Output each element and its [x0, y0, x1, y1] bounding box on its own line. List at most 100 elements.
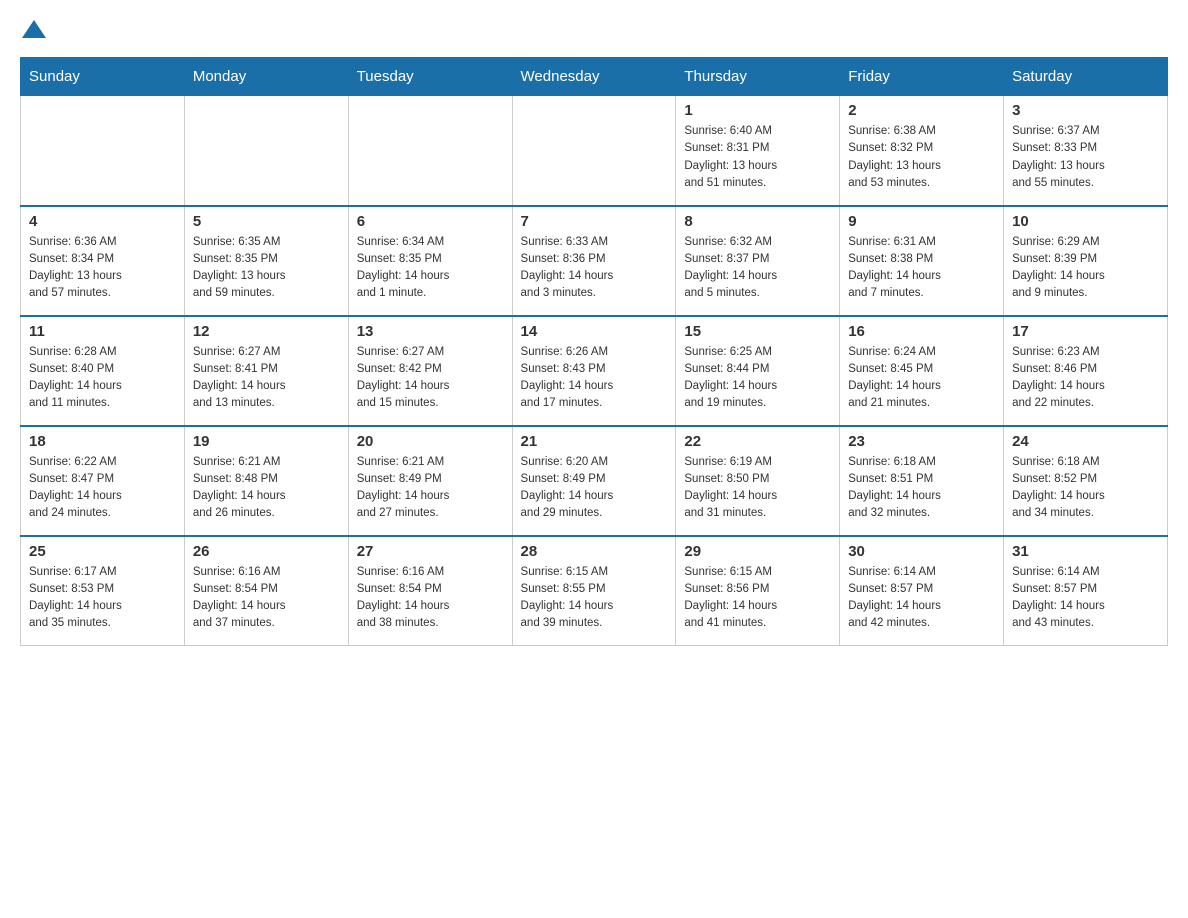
- day-number: 18: [29, 433, 176, 450]
- day-number: 15: [684, 323, 831, 340]
- calendar-cell: 30 Sunrise: 6:14 AM Sunset: 8:57 PM Dayli…: [840, 536, 1004, 646]
- day-number: 31: [1012, 543, 1159, 560]
- calendar-cell: 11 Sunrise: 6:28 AM Sunset: 8:40 PM Dayli…: [21, 316, 185, 426]
- calendar-cell: 20 Sunrise: 6:21 AM Sunset: 8:49 PM Dayli…: [348, 426, 512, 536]
- day-number: 17: [1012, 323, 1159, 340]
- day-number: 13: [357, 323, 504, 340]
- day-number: 16: [848, 323, 995, 340]
- calendar-cell: 4 Sunrise: 6:36 AM Sunset: 8:34 PM Daylig…: [21, 206, 185, 316]
- calendar-cell: 23 Sunrise: 6:18 AM Sunset: 8:51 PM Dayli…: [840, 426, 1004, 536]
- day-number: 3: [1012, 102, 1159, 119]
- day-info: Sunrise: 6:36 AM Sunset: 8:34 PM Dayligh…: [29, 234, 176, 303]
- day-info: Sunrise: 6:26 AM Sunset: 8:43 PM Dayligh…: [521, 344, 668, 413]
- day-number: 26: [193, 543, 340, 560]
- calendar-cell: 13 Sunrise: 6:27 AM Sunset: 8:42 PM Dayli…: [348, 316, 512, 426]
- calendar-cell: 1Sunrise: 6:40 AM Sunset: 8:31 PM Daylig…: [676, 96, 840, 206]
- calendar-cell: 25 Sunrise: 6:17 AM Sunset: 8:53 PM Dayli…: [21, 536, 185, 646]
- day-number: 5: [193, 213, 340, 230]
- calendar-cell: 2 Sunrise: 6:38 AM Sunset: 8:32 PM Daylig…: [840, 96, 1004, 206]
- calendar-cell: 12 Sunrise: 6:27 AM Sunset: 8:41 PM Dayli…: [184, 316, 348, 426]
- week-row-4: 18 Sunrise: 6:22 AM Sunset: 8:47 PM Dayli…: [21, 426, 1168, 536]
- day-number: 7: [521, 213, 668, 230]
- weekday-header-row: SundayMondayTuesdayWednesdayThursdayFrid…: [21, 58, 1168, 96]
- day-info: Sunrise: 6:21 AM Sunset: 8:49 PM Dayligh…: [357, 454, 504, 523]
- calendar-cell: 19 Sunrise: 6:21 AM Sunset: 8:48 PM Dayli…: [184, 426, 348, 536]
- day-info: Sunrise: 6:32 AM Sunset: 8:37 PM Dayligh…: [684, 234, 831, 303]
- day-number: 6: [357, 213, 504, 230]
- calendar-cell: 26 Sunrise: 6:16 AM Sunset: 8:54 PM Dayli…: [184, 536, 348, 646]
- day-info: Sunrise: 6:15 AM Sunset: 8:56 PM Dayligh…: [684, 564, 831, 633]
- day-number: 19: [193, 433, 340, 450]
- day-number: 4: [29, 213, 176, 230]
- calendar-cell: 17Sunrise: 6:23 AM Sunset: 8:46 PM Dayli…: [1004, 316, 1168, 426]
- week-row-1: 1Sunrise: 6:40 AM Sunset: 8:31 PM Daylig…: [21, 96, 1168, 206]
- weekday-header-wednesday: Wednesday: [512, 58, 676, 96]
- calendar-cell: 18 Sunrise: 6:22 AM Sunset: 8:47 PM Dayli…: [21, 426, 185, 536]
- day-number: 14: [521, 323, 668, 340]
- day-number: 11: [29, 323, 176, 340]
- calendar-cell: 24 Sunrise: 6:18 AM Sunset: 8:52 PM Dayli…: [1004, 426, 1168, 536]
- calendar-cell: 6 Sunrise: 6:34 AM Sunset: 8:35 PM Daylig…: [348, 206, 512, 316]
- day-info: Sunrise: 6:33 AM Sunset: 8:36 PM Dayligh…: [521, 234, 668, 303]
- day-number: 25: [29, 543, 176, 560]
- day-number: 1: [684, 102, 831, 119]
- calendar-cell: 31 Sunrise: 6:14 AM Sunset: 8:57 PM Dayli…: [1004, 536, 1168, 646]
- day-number: 9: [848, 213, 995, 230]
- day-info: Sunrise: 6:18 AM Sunset: 8:51 PM Dayligh…: [848, 454, 995, 523]
- day-number: 2: [848, 102, 995, 119]
- day-number: 21: [521, 433, 668, 450]
- day-number: 20: [357, 433, 504, 450]
- week-row-3: 11 Sunrise: 6:28 AM Sunset: 8:40 PM Dayli…: [21, 316, 1168, 426]
- day-number: 8: [684, 213, 831, 230]
- day-info: Sunrise: 6:17 AM Sunset: 8:53 PM Dayligh…: [29, 564, 176, 633]
- day-info: Sunrise: 6:31 AM Sunset: 8:38 PM Dayligh…: [848, 234, 995, 303]
- calendar-cell: 27Sunrise: 6:16 AM Sunset: 8:54 PM Dayli…: [348, 536, 512, 646]
- day-info: Sunrise: 6:37 AM Sunset: 8:33 PM Dayligh…: [1012, 123, 1159, 192]
- day-info: Sunrise: 6:16 AM Sunset: 8:54 PM Dayligh…: [193, 564, 340, 633]
- day-info: Sunrise: 6:27 AM Sunset: 8:42 PM Dayligh…: [357, 344, 504, 413]
- calendar-cell: [21, 96, 185, 206]
- day-number: 10: [1012, 213, 1159, 230]
- day-number: 29: [684, 543, 831, 560]
- weekday-header-saturday: Saturday: [1004, 58, 1168, 96]
- logo: [20, 20, 46, 39]
- page-header: [20, 20, 1168, 39]
- day-number: 23: [848, 433, 995, 450]
- weekday-header-sunday: Sunday: [21, 58, 185, 96]
- day-info: Sunrise: 6:29 AM Sunset: 8:39 PM Dayligh…: [1012, 234, 1159, 303]
- day-number: 12: [193, 323, 340, 340]
- calendar-cell: 14 Sunrise: 6:26 AM Sunset: 8:43 PM Dayli…: [512, 316, 676, 426]
- calendar-cell: 16 Sunrise: 6:24 AM Sunset: 8:45 PM Dayli…: [840, 316, 1004, 426]
- day-info: Sunrise: 6:27 AM Sunset: 8:41 PM Dayligh…: [193, 344, 340, 413]
- day-info: Sunrise: 6:22 AM Sunset: 8:47 PM Dayligh…: [29, 454, 176, 523]
- day-info: Sunrise: 6:15 AM Sunset: 8:55 PM Dayligh…: [521, 564, 668, 633]
- day-info: Sunrise: 6:34 AM Sunset: 8:35 PM Dayligh…: [357, 234, 504, 303]
- calendar-cell: [184, 96, 348, 206]
- day-number: 22: [684, 433, 831, 450]
- day-number: 24: [1012, 433, 1159, 450]
- day-info: Sunrise: 6:28 AM Sunset: 8:40 PM Dayligh…: [29, 344, 176, 413]
- day-info: Sunrise: 6:21 AM Sunset: 8:48 PM Dayligh…: [193, 454, 340, 523]
- calendar-cell: 29 Sunrise: 6:15 AM Sunset: 8:56 PM Dayli…: [676, 536, 840, 646]
- day-number: 30: [848, 543, 995, 560]
- day-info: Sunrise: 6:24 AM Sunset: 8:45 PM Dayligh…: [848, 344, 995, 413]
- weekday-header-friday: Friday: [840, 58, 1004, 96]
- calendar-cell: 5 Sunrise: 6:35 AM Sunset: 8:35 PM Daylig…: [184, 206, 348, 316]
- calendar-cell: 9 Sunrise: 6:31 AM Sunset: 8:38 PM Daylig…: [840, 206, 1004, 316]
- day-number: 28: [521, 543, 668, 560]
- day-info: Sunrise: 6:14 AM Sunset: 8:57 PM Dayligh…: [1012, 564, 1159, 633]
- calendar-cell: 3 Sunrise: 6:37 AM Sunset: 8:33 PM Daylig…: [1004, 96, 1168, 206]
- day-info: Sunrise: 6:35 AM Sunset: 8:35 PM Dayligh…: [193, 234, 340, 303]
- day-info: Sunrise: 6:18 AM Sunset: 8:52 PM Dayligh…: [1012, 454, 1159, 523]
- day-info: Sunrise: 6:19 AM Sunset: 8:50 PM Dayligh…: [684, 454, 831, 523]
- calendar-cell: 22 Sunrise: 6:19 AM Sunset: 8:50 PM Dayli…: [676, 426, 840, 536]
- week-row-2: 4 Sunrise: 6:36 AM Sunset: 8:34 PM Daylig…: [21, 206, 1168, 316]
- weekday-header-monday: Monday: [184, 58, 348, 96]
- day-info: Sunrise: 6:38 AM Sunset: 8:32 PM Dayligh…: [848, 123, 995, 192]
- calendar-cell: 7 Sunrise: 6:33 AM Sunset: 8:36 PM Daylig…: [512, 206, 676, 316]
- day-info: Sunrise: 6:14 AM Sunset: 8:57 PM Dayligh…: [848, 564, 995, 633]
- weekday-header-tuesday: Tuesday: [348, 58, 512, 96]
- week-row-5: 25 Sunrise: 6:17 AM Sunset: 8:53 PM Dayli…: [21, 536, 1168, 646]
- weekday-header-thursday: Thursday: [676, 58, 840, 96]
- calendar-cell: 10 Sunrise: 6:29 AM Sunset: 8:39 PM Dayli…: [1004, 206, 1168, 316]
